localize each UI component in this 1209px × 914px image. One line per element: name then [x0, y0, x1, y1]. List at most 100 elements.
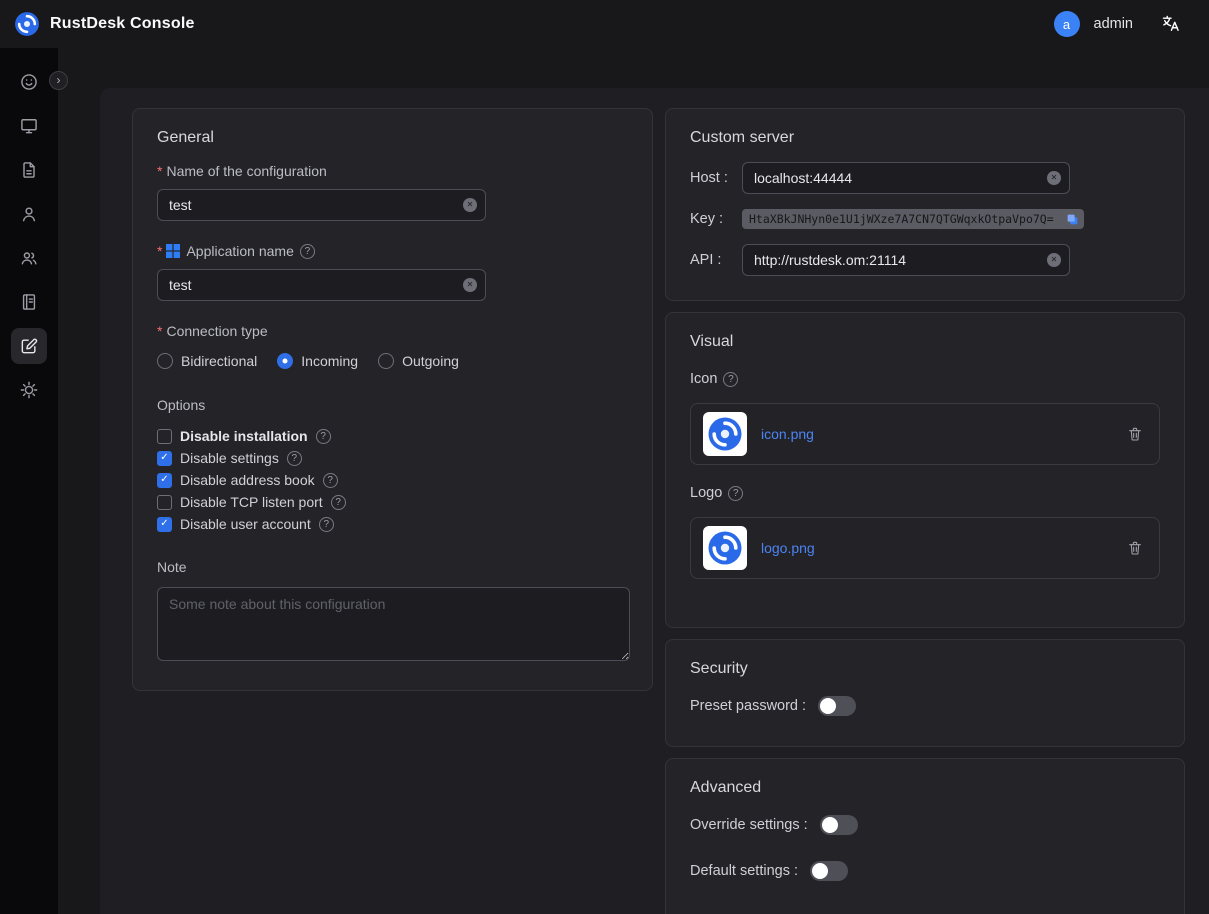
- toggle-knob: [820, 698, 836, 714]
- note-textarea[interactable]: [157, 587, 630, 661]
- dashboard-icon[interactable]: [11, 64, 47, 100]
- documents-icon[interactable]: [11, 152, 47, 188]
- required-asterisk: *: [157, 323, 162, 339]
- app-title: RustDesk Console: [50, 15, 195, 33]
- override-settings-row: Override settings :: [690, 815, 1160, 835]
- help-icon[interactable]: ?: [331, 495, 346, 510]
- default-settings-toggle[interactable]: [810, 861, 848, 881]
- security-title: Security: [690, 660, 1160, 678]
- top-bar: RustDesk Console a admin: [0, 0, 1209, 48]
- clear-icon[interactable]: ✕: [463, 198, 477, 212]
- topbar-right: a admin: [1054, 11, 1182, 37]
- visual-card: Visual Icon ?: [665, 312, 1185, 628]
- host-input[interactable]: [742, 162, 1070, 194]
- key-value: HtaXBkJNHyn0e1U1jWXze7A7CN7QTGWqxkOtpaVp…: [749, 212, 1060, 226]
- copy-icon[interactable]: [1066, 213, 1079, 226]
- key-label: Key :: [690, 211, 742, 227]
- api-row: API : ✕: [690, 244, 1160, 276]
- advanced-title: Advanced: [690, 779, 1160, 797]
- trash-icon[interactable]: [1127, 540, 1143, 556]
- help-icon[interactable]: ?: [723, 372, 738, 387]
- brand: RustDesk Console: [14, 11, 195, 37]
- custom-clients-icon[interactable]: [11, 328, 47, 364]
- security-card: Security Preset password :: [665, 639, 1185, 747]
- visual-title: Visual: [690, 333, 1160, 351]
- general-title: General: [157, 129, 628, 147]
- logo-upload-box: logo.png: [690, 517, 1160, 579]
- sidebar-collapse-button[interactable]: ›: [49, 71, 68, 90]
- radio-outgoing[interactable]: Outgoing: [378, 353, 459, 369]
- key-field: HtaXBkJNHyn0e1U1jWXze7A7CN7QTGWqxkOtpaVp…: [742, 209, 1084, 229]
- checkbox-disable-tcp-listen-port[interactable]: ✓ Disable TCP listen port ?: [157, 491, 628, 513]
- help-icon[interactable]: ?: [287, 451, 302, 466]
- logo-file-link[interactable]: logo.png: [761, 540, 815, 556]
- api-label: API :: [690, 252, 742, 268]
- username[interactable]: admin: [1094, 16, 1134, 32]
- host-row: Host : ✕: [690, 162, 1160, 194]
- users-icon[interactable]: [11, 196, 47, 232]
- radio-incoming[interactable]: Incoming: [277, 353, 358, 369]
- radio-bidirectional[interactable]: Bidirectional: [157, 353, 257, 369]
- icon-thumbnail: [703, 412, 747, 456]
- application-input-wrap: ✕: [157, 269, 486, 301]
- preset-password-toggle[interactable]: [818, 696, 856, 716]
- rustdesk-logo-icon: [14, 11, 40, 37]
- help-icon[interactable]: ?: [316, 429, 331, 444]
- name-label: * Name of the configuration: [157, 163, 628, 179]
- logo-label: Logo ?: [690, 485, 1160, 501]
- connection-type-radios: Bidirectional Incoming Outgoing: [157, 353, 628, 369]
- help-icon[interactable]: ?: [300, 244, 315, 259]
- settings-icon[interactable]: [11, 372, 47, 408]
- general-card: General * Name of the configuration ✕ *: [132, 108, 653, 691]
- help-icon[interactable]: ?: [323, 473, 338, 488]
- right-column: Custom server Host : ✕ Key : HtaXBkJNHyn…: [665, 108, 1185, 914]
- content-surface: General * Name of the configuration ✕ *: [100, 88, 1209, 914]
- devices-icon[interactable]: [11, 108, 47, 144]
- checkbox-disable-user-account[interactable]: ✓ Disable user account ?: [157, 513, 628, 535]
- name-input-wrap: ✕: [157, 189, 486, 221]
- avatar[interactable]: a: [1054, 11, 1080, 37]
- trash-icon[interactable]: [1127, 426, 1143, 442]
- advanced-card: Advanced Override settings : Default set…: [665, 758, 1185, 914]
- checkbox-box: ✓: [157, 451, 172, 466]
- main-area: General * Name of the configuration ✕ *: [58, 48, 1209, 914]
- left-column: General * Name of the configuration ✕ *: [132, 108, 653, 691]
- toggle-knob: [812, 863, 828, 879]
- host-label: Host :: [690, 170, 742, 186]
- api-input[interactable]: [742, 244, 1070, 276]
- connection-type-label: * Connection type: [157, 323, 628, 339]
- required-asterisk: *: [157, 243, 162, 259]
- icon-label: Icon ?: [690, 371, 1160, 387]
- checkbox-box: ✓: [157, 495, 172, 510]
- sidebar: [0, 48, 58, 914]
- windows-icon: [166, 244, 180, 258]
- clear-icon[interactable]: ✕: [1047, 253, 1061, 267]
- radio-dot: [378, 353, 394, 369]
- address-books-icon[interactable]: [11, 284, 47, 320]
- checkbox-box: ✓: [157, 473, 172, 488]
- clear-icon[interactable]: ✕: [1047, 171, 1061, 185]
- checkbox-disable-installation[interactable]: ✓ Disable installation ?: [157, 425, 628, 447]
- override-settings-label: Override settings :: [690, 817, 808, 833]
- icon-upload-box: icon.png: [690, 403, 1160, 465]
- name-input[interactable]: [157, 189, 486, 221]
- groups-icon[interactable]: [11, 240, 47, 276]
- help-icon[interactable]: ?: [728, 486, 743, 501]
- icon-file-link[interactable]: icon.png: [761, 426, 814, 442]
- key-row: Key : HtaXBkJNHyn0e1U1jWXze7A7CN7QTGWqxk…: [690, 209, 1160, 229]
- shell: › General * Name of the configuration ✕: [0, 48, 1209, 914]
- checkbox-disable-address-book[interactable]: ✓ Disable address book ?: [157, 469, 628, 491]
- clear-icon[interactable]: ✕: [463, 278, 477, 292]
- override-settings-toggle[interactable]: [820, 815, 858, 835]
- toggle-knob: [822, 817, 838, 833]
- help-icon[interactable]: ?: [319, 517, 334, 532]
- application-name-label: * Application name ?: [157, 243, 628, 259]
- preset-password-label: Preset password :: [690, 698, 806, 714]
- preset-password-row: Preset password :: [690, 696, 1160, 716]
- checkbox-box: ✓: [157, 429, 172, 444]
- radio-dot: [277, 353, 293, 369]
- application-name-input[interactable]: [157, 269, 486, 301]
- checkbox-disable-settings[interactable]: ✓ Disable settings ?: [157, 447, 628, 469]
- default-settings-row: Default settings :: [690, 861, 1160, 881]
- language-icon[interactable]: [1161, 14, 1181, 34]
